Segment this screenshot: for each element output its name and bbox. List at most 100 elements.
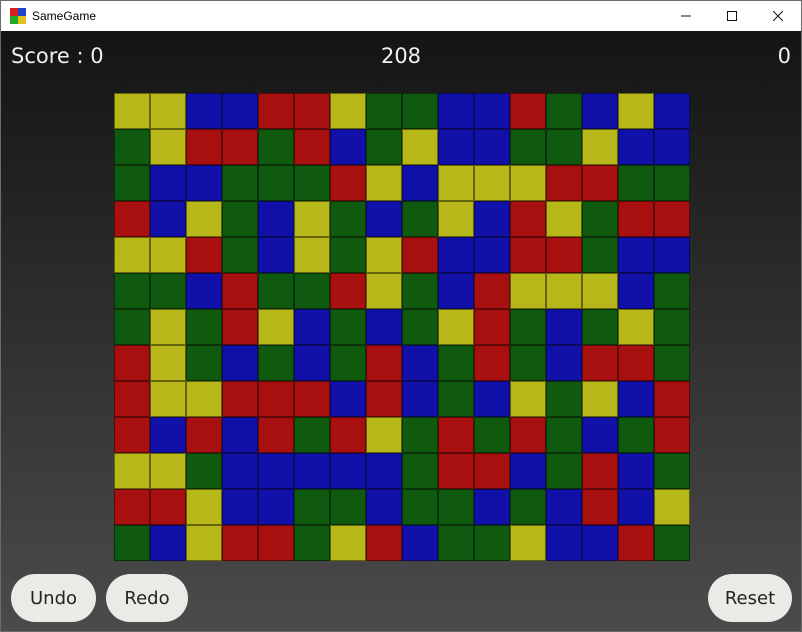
tile[interactable] [402,237,438,273]
tile[interactable] [402,309,438,345]
tile[interactable] [618,93,654,129]
tile[interactable] [402,345,438,381]
tile[interactable] [510,237,546,273]
tile[interactable] [546,201,582,237]
tile[interactable] [294,381,330,417]
tile[interactable] [330,237,366,273]
tile[interactable] [402,453,438,489]
tile[interactable] [366,201,402,237]
tile[interactable] [330,129,366,165]
tile[interactable] [150,201,186,237]
tile[interactable] [438,525,474,561]
tile[interactable] [510,273,546,309]
tile[interactable] [654,489,690,525]
tile[interactable] [510,453,546,489]
tile[interactable] [438,273,474,309]
tile[interactable] [186,489,222,525]
tile[interactable] [150,345,186,381]
tile[interactable] [114,273,150,309]
tile[interactable] [222,489,258,525]
tile[interactable] [258,381,294,417]
tile[interactable] [222,525,258,561]
tile[interactable] [582,453,618,489]
tile[interactable] [222,129,258,165]
maximize-button[interactable] [709,1,755,31]
tile[interactable] [474,165,510,201]
close-button[interactable] [755,1,801,31]
tile[interactable] [186,93,222,129]
tile[interactable] [510,525,546,561]
tile[interactable] [150,309,186,345]
tile[interactable] [330,525,366,561]
tile[interactable] [474,309,510,345]
tile[interactable] [582,201,618,237]
tile[interactable] [618,201,654,237]
tile[interactable] [546,381,582,417]
tile[interactable] [438,93,474,129]
tile[interactable] [402,273,438,309]
tile[interactable] [222,453,258,489]
tile[interactable] [474,489,510,525]
tile[interactable] [582,237,618,273]
tile[interactable] [114,489,150,525]
tile[interactable] [222,237,258,273]
tile[interactable] [258,309,294,345]
tile[interactable] [258,237,294,273]
tile[interactable] [258,93,294,129]
tile[interactable] [294,345,330,381]
tile[interactable] [258,201,294,237]
tile[interactable] [258,273,294,309]
tile[interactable] [654,345,690,381]
tile[interactable] [330,93,366,129]
tile[interactable] [222,201,258,237]
tile[interactable] [582,273,618,309]
tile[interactable] [294,273,330,309]
tile[interactable] [582,381,618,417]
tile[interactable] [618,417,654,453]
tile[interactable] [150,237,186,273]
tile[interactable] [402,201,438,237]
tile[interactable] [546,273,582,309]
tile[interactable] [402,489,438,525]
tile[interactable] [510,345,546,381]
tile[interactable] [258,489,294,525]
tile[interactable] [618,237,654,273]
tile[interactable] [438,309,474,345]
tile[interactable] [150,453,186,489]
tile[interactable] [474,237,510,273]
tile[interactable] [438,417,474,453]
tile[interactable] [186,345,222,381]
tile[interactable] [582,489,618,525]
tile[interactable] [618,165,654,201]
tile[interactable] [474,345,510,381]
tile[interactable] [618,129,654,165]
tile[interactable] [294,453,330,489]
tile[interactable] [582,165,618,201]
tile[interactable] [114,201,150,237]
tile[interactable] [546,453,582,489]
tile[interactable] [366,489,402,525]
tile[interactable] [366,417,402,453]
tile[interactable] [438,345,474,381]
tile[interactable] [654,381,690,417]
tile[interactable] [186,165,222,201]
tile[interactable] [294,165,330,201]
tile[interactable] [654,129,690,165]
tile[interactable] [114,129,150,165]
tile[interactable] [582,309,618,345]
tile[interactable] [150,417,186,453]
tile[interactable] [114,345,150,381]
tile[interactable] [654,201,690,237]
redo-button[interactable]: Redo [106,574,188,622]
tile[interactable] [654,93,690,129]
tile[interactable] [474,273,510,309]
tile[interactable] [654,237,690,273]
tile[interactable] [510,129,546,165]
tile[interactable] [258,525,294,561]
reset-button[interactable]: Reset [708,574,792,622]
tile[interactable] [294,129,330,165]
tile[interactable] [294,489,330,525]
tile[interactable] [330,309,366,345]
tile[interactable] [510,165,546,201]
tile[interactable] [402,165,438,201]
